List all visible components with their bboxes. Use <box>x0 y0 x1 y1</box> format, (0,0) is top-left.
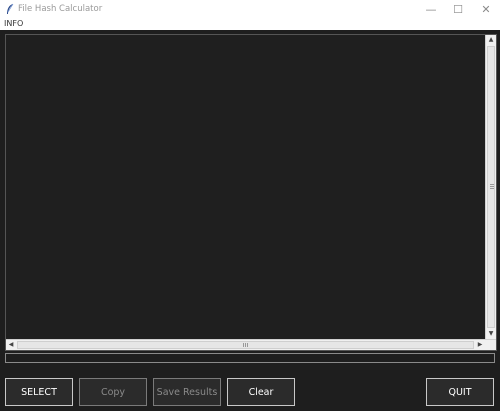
quit-button[interactable]: QUIT <box>426 378 494 406</box>
maximize-icon: ☐ <box>453 2 463 16</box>
horizontal-scrollbar[interactable]: ◀ ▶ <box>6 339 496 350</box>
horizontal-scroll-thumb[interactable] <box>17 341 474 349</box>
output-text-area[interactable]: ▲ ▼ ◀ ▶ <box>5 34 497 351</box>
scroll-left-icon[interactable]: ◀ <box>6 340 16 350</box>
progress-bar <box>5 353 495 363</box>
title-bar[interactable]: File Hash Calculator — ☐ ✕ <box>0 0 500 18</box>
copy-button[interactable]: Copy <box>79 378 147 406</box>
maximize-button[interactable]: ☐ <box>444 0 472 18</box>
close-icon: ✕ <box>481 2 491 16</box>
feather-icon <box>7 3 14 14</box>
clear-button[interactable]: Clear <box>227 378 295 406</box>
minimize-button[interactable]: — <box>417 0 445 18</box>
scroll-up-icon[interactable]: ▲ <box>486 35 496 45</box>
vertical-scroll-thumb[interactable] <box>487 46 495 328</box>
minimize-icon: — <box>425 2 437 16</box>
close-button[interactable]: ✕ <box>472 0 500 18</box>
save-results-button[interactable]: Save Results <box>153 378 221 406</box>
grip-icon <box>490 184 494 190</box>
output-text[interactable] <box>6 35 485 339</box>
grip-icon <box>242 343 249 347</box>
window-title: File Hash Calculator <box>18 4 103 14</box>
scroll-right-icon[interactable]: ▶ <box>475 340 485 350</box>
menu-bar: INFO <box>0 18 500 30</box>
vertical-scrollbar[interactable]: ▲ ▼ <box>485 35 496 339</box>
menu-item-info[interactable]: INFO <box>4 18 23 30</box>
scroll-down-icon[interactable]: ▼ <box>486 329 496 339</box>
select-button[interactable]: SELECT <box>5 378 73 406</box>
